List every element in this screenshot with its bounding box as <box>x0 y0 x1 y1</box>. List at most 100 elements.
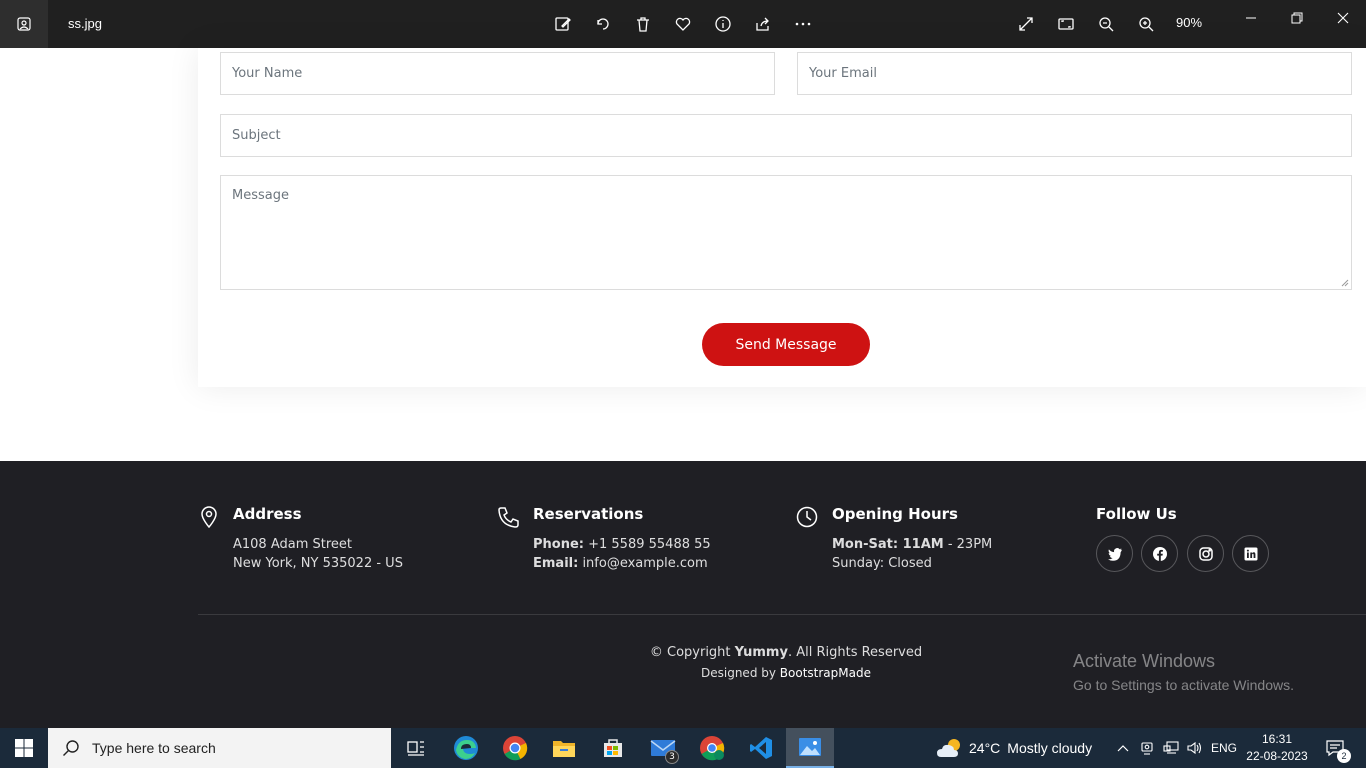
clock-icon <box>796 506 818 528</box>
notification-count: 2 <box>1337 749 1351 763</box>
fit-window-icon[interactable] <box>1054 12 1078 36</box>
meet-now-button[interactable] <box>1137 728 1157 768</box>
restore-icon[interactable] <box>1282 8 1312 28</box>
open-time: 11AM <box>898 537 944 552</box>
show-hidden-icons-button[interactable] <box>1113 728 1133 768</box>
map-pin-icon <box>201 506 217 529</box>
photos-icon <box>799 738 821 756</box>
copyright-prefix: © Copyright <box>649 645 735 660</box>
reservation-email: Email: info@example.com <box>533 556 708 571</box>
weather-description: Mostly cloudy <box>1007 740 1093 756</box>
weather-widget[interactable]: 24°C Mostly cloudy <box>936 728 1092 768</box>
days-label: Mon-Sat: <box>832 537 899 552</box>
linkedin-icon <box>1244 547 1257 560</box>
zoom-level[interactable]: 90% <box>1176 15 1202 30</box>
chrome-icon <box>503 736 528 761</box>
weather-temperature: 24°C <box>969 740 1001 756</box>
clock-date: 22-08-2023 <box>1246 749 1308 763</box>
webcam-icon <box>1141 742 1153 755</box>
start-button[interactable] <box>0 728 48 768</box>
footer-divider <box>198 614 1366 615</box>
name-input[interactable]: Your Name <box>220 52 775 95</box>
zoom-in-icon[interactable] <box>1134 12 1158 36</box>
message-placeholder: Message <box>232 188 289 203</box>
address-line-2: New York, NY 535022 - US <box>233 556 403 571</box>
subject-placeholder: Subject <box>232 128 281 143</box>
search-icon <box>63 740 79 756</box>
folder-icon <box>553 741 575 757</box>
phone-number: +1 5589 55488 55 <box>583 537 711 552</box>
photos-app[interactable] <box>786 728 834 768</box>
message-textarea[interactable]: Message <box>220 175 1352 290</box>
address-line-1: A108 Adam Street <box>233 537 353 552</box>
taskbar-search-box[interactable]: Type here to search <box>48 728 391 768</box>
email-label: Email: <box>533 556 579 571</box>
close-time: - 23PM <box>943 537 993 552</box>
taskbar-clock[interactable]: 16:31 22-08-2023 <box>1242 731 1312 765</box>
task-view-button[interactable] <box>392 728 440 768</box>
cloudy-weather-icon <box>937 739 960 757</box>
subject-input[interactable]: Subject <box>220 114 1352 157</box>
file-explorer-app[interactable] <box>540 728 588 768</box>
designer-link[interactable]: BootstrapMade <box>780 666 871 680</box>
instagram-link[interactable] <box>1187 535 1224 572</box>
twitter-icon <box>1107 547 1122 561</box>
task-view-icon <box>407 741 424 756</box>
email-input[interactable]: Your Email <box>797 52 1352 95</box>
volume-button[interactable] <box>1184 728 1206 768</box>
send-message-button[interactable]: Send Message <box>702 323 870 366</box>
network-button[interactable] <box>1160 728 1182 768</box>
share-icon[interactable] <box>751 12 775 36</box>
windows-logo-icon <box>15 739 33 757</box>
microsoft-store-app[interactable] <box>589 728 637 768</box>
file-name: ss.jpg <box>68 16 102 31</box>
name-placeholder: Your Name <box>232 66 303 81</box>
photos-title-bar: ss.jpg 90% <box>0 0 1366 48</box>
activate-windows-title: Activate Windows <box>1073 651 1216 671</box>
twitter-link[interactable] <box>1096 535 1133 572</box>
brand-name: Yummy <box>734 645 788 660</box>
instagram-icon <box>1198 546 1213 561</box>
phone-icon <box>498 507 519 528</box>
edit-image-icon[interactable] <box>551 12 575 36</box>
fullscreen-icon[interactable] <box>1014 12 1038 36</box>
language-indicator[interactable]: ENG <box>1208 728 1240 768</box>
chrome-profile-icon <box>700 736 725 761</box>
designed-by-label: Designed by <box>701 666 780 680</box>
mail-app[interactable]: 3 <box>639 728 687 768</box>
mail-badge: 3 <box>665 750 679 764</box>
more-icon[interactable] <box>791 12 815 36</box>
reservations-title: Reservations <box>533 505 644 523</box>
close-icon[interactable] <box>1328 8 1358 28</box>
info-icon[interactable] <box>711 12 735 36</box>
zoom-out-icon[interactable] <box>1094 12 1118 36</box>
notifications-button[interactable]: 2 <box>1320 728 1351 768</box>
hours-sunday: Sunday: Closed <box>832 556 932 571</box>
resize-grip-icon[interactable] <box>1341 279 1349 287</box>
vscode-app[interactable] <box>737 728 785 768</box>
hours-weekdays: Mon-Sat: 11AM - 23PM <box>832 537 992 552</box>
minimize-icon[interactable] <box>1236 8 1266 28</box>
rotate-icon[interactable] <box>591 12 615 36</box>
facebook-link[interactable] <box>1141 535 1178 572</box>
photos-app-icon[interactable] <box>0 0 48 48</box>
email-address: info@example.com <box>578 556 708 571</box>
clock-time: 16:31 <box>1261 732 1293 746</box>
favorite-icon[interactable] <box>671 12 695 36</box>
address-title: Address <box>233 505 302 523</box>
linkedin-link[interactable] <box>1232 535 1269 572</box>
phone-label: Phone: <box>533 537 584 552</box>
delete-icon[interactable] <box>631 12 655 36</box>
chrome-app[interactable] <box>491 728 539 768</box>
network-icon <box>1163 741 1179 754</box>
chrome-profile-app[interactable] <box>688 728 736 768</box>
copyright-suffix: . All Rights Reserved <box>787 645 923 660</box>
reservation-phone: Phone: +1 5589 55488 55 <box>533 537 711 552</box>
site-footer: Address A108 Adam Street New York, NY 53… <box>0 461 1366 728</box>
edge-app[interactable] <box>442 728 490 768</box>
speaker-icon <box>1187 741 1202 755</box>
vscode-icon <box>750 737 772 759</box>
email-placeholder: Your Email <box>809 66 877 81</box>
store-icon <box>604 739 622 757</box>
activate-windows-subtitle: Go to Settings to activate Windows. <box>1073 677 1294 693</box>
